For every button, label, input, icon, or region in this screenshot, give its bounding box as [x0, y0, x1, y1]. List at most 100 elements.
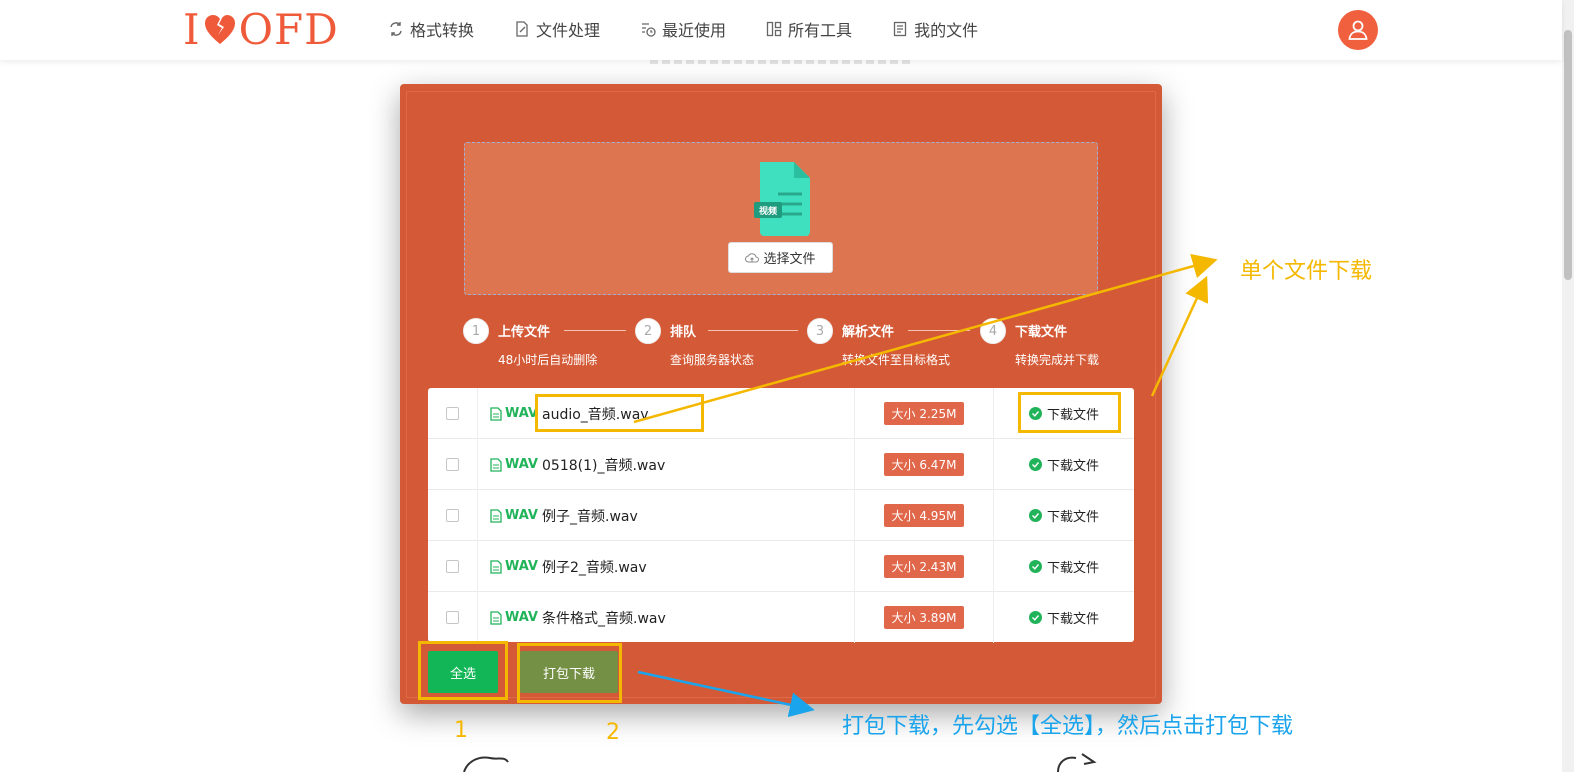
step-connector: [908, 330, 970, 331]
site-logo[interactable]: I OFD: [183, 8, 339, 52]
nav-all-tools[interactable]: 所有工具: [766, 17, 852, 41]
table-row: WAV 例子2_音频.wav 大小 2.43M 下载文件: [428, 541, 1134, 592]
file-icon: [490, 457, 502, 472]
file-size-cell: 大小 3.89M: [855, 592, 994, 643]
scrollbar-thumb[interactable]: [1564, 30, 1572, 280]
decorative-icon-partial: [463, 756, 509, 772]
video-file-icon: 视频: [754, 162, 810, 236]
table-row: WAV 条件格式_音频.wav 大小 3.89M 下载文件: [428, 592, 1134, 643]
file-size-badge: 大小 6.47M: [883, 453, 965, 476]
check-circle-icon: [1028, 560, 1042, 573]
nav-recent[interactable]: 最近使用: [640, 17, 726, 41]
row-checkbox[interactable]: [446, 560, 459, 573]
annotation-step-1: 1: [454, 718, 468, 743]
select-file-label: 选择文件: [763, 252, 816, 267]
file-format: WAV: [490, 508, 538, 523]
check-circle-icon: [1028, 458, 1042, 471]
broken-heart-icon: [204, 15, 235, 44]
nav-label: 文件处理: [536, 21, 601, 40]
highlight-download-button: [1018, 392, 1121, 433]
convert-icon: [390, 22, 402, 36]
file-size-cell: 大小 4.95M: [855, 490, 994, 541]
file-name: 例子_音频.wav: [542, 508, 638, 525]
user-icon: [1348, 20, 1368, 40]
nav-file-process[interactable]: 文件处理: [514, 17, 600, 41]
file-size-cell: 大小 6.47M: [855, 439, 994, 490]
step-connector: [708, 330, 798, 331]
document-icon: [893, 21, 907, 37]
file-format: WAV: [490, 406, 538, 421]
table-row: WAV 0518(1)_音频.wav 大小 6.47M 下载文件: [428, 439, 1134, 490]
download-file-button[interactable]: 下载文件: [994, 490, 1134, 541]
file-format: WAV: [490, 610, 538, 625]
page-scrollbar[interactable]: [1562, 0, 1574, 772]
step-3-title: 解析文件: [842, 325, 895, 340]
file-format-label: WAV: [505, 610, 538, 625]
nav-label: 所有工具: [788, 21, 853, 40]
nav-format-convert[interactable]: 格式转换: [388, 17, 474, 41]
file-size-cell: 大小 2.43M: [855, 541, 994, 592]
top-nav-bar: I OFD 格式转换 文件处理 最近使用 所有工具 我的文件: [0, 0, 1562, 60]
file-name: 0518(1)_音频.wav: [542, 457, 666, 474]
main-nav: 格式转换 文件处理 最近使用 所有工具 我的文件: [388, 0, 978, 58]
row-checkbox-cell[interactable]: [428, 541, 478, 592]
logo-text: OFD: [238, 5, 339, 54]
file-name-cell: WAV 条件格式_音频.wav: [478, 592, 855, 643]
download-label: 下载文件: [1046, 561, 1099, 576]
nav-my-files[interactable]: 我的文件: [892, 17, 978, 41]
file-size-badge: 大小 2.25M: [883, 402, 965, 425]
row-checkbox-cell[interactable]: [428, 592, 478, 643]
file-format: WAV: [490, 457, 538, 472]
grid-icon: [766, 21, 782, 37]
file-format-label: WAV: [505, 457, 538, 472]
nav-label: 最近使用: [662, 21, 727, 40]
step-2-title: 排队: [670, 325, 697, 340]
highlight-file-name: [535, 394, 704, 432]
file-format-label: WAV: [505, 508, 538, 523]
file-name-cell: WAV 0518(1)_音频.wav: [478, 439, 855, 490]
download-file-button[interactable]: 下载文件: [994, 592, 1134, 643]
download-file-button[interactable]: 下载文件: [994, 439, 1134, 490]
annotation-step-2: 2: [606, 720, 620, 745]
highlight-zip-download: [517, 643, 622, 703]
step-2-circle: 2: [635, 318, 661, 344]
step-1-circle: 1: [463, 318, 489, 344]
table-row: WAV 例子_音频.wav 大小 4.95M 下载文件: [428, 490, 1134, 541]
step-3-circle: 3: [807, 318, 833, 344]
download-file-button[interactable]: 下载文件: [994, 541, 1134, 592]
step-connector: [564, 330, 626, 331]
file-name-cell: WAV 例子_音频.wav: [478, 490, 855, 541]
file-format: WAV: [490, 559, 538, 574]
step-3-desc: 转换文件至目标格式: [842, 353, 951, 367]
annotation-single-download: 单个文件下载: [1240, 259, 1373, 284]
file-icon: [490, 559, 502, 574]
step-2-desc: 查询服务器状态: [670, 353, 755, 367]
step-4-desc: 转换完成并下载: [1015, 353, 1100, 367]
file-icon: [490, 508, 502, 523]
row-checkbox-cell[interactable]: [428, 388, 478, 439]
file-icon: [490, 610, 502, 625]
file-size-badge: 大小 2.43M: [883, 555, 965, 578]
user-avatar-button[interactable]: [1338, 10, 1378, 50]
row-checkbox[interactable]: [446, 611, 459, 624]
row-checkbox-cell[interactable]: [428, 490, 478, 541]
file-size-badge: 大小 4.95M: [883, 504, 965, 527]
download-label: 下载文件: [1046, 612, 1099, 627]
history-icon: [642, 23, 656, 37]
file-edit-icon: [516, 21, 528, 37]
file-format-label: WAV: [505, 559, 538, 574]
logo-letter-i: I: [183, 5, 201, 54]
row-checkbox[interactable]: [446, 407, 459, 420]
select-file-button[interactable]: 选择文件: [728, 242, 833, 273]
cloud-upload-icon: [745, 252, 760, 262]
row-checkbox[interactable]: [446, 509, 459, 522]
file-icon: [490, 406, 502, 421]
row-checkbox-cell[interactable]: [428, 439, 478, 490]
download-label: 下载文件: [1046, 459, 1099, 474]
check-circle-icon: [1028, 611, 1042, 624]
check-circle-icon: [1028, 509, 1042, 522]
file-type-badge: 视频: [759, 205, 777, 217]
row-checkbox[interactable]: [446, 458, 459, 471]
file-name-cell: WAV 例子2_音频.wav: [478, 541, 855, 592]
step-4-circle: 4: [980, 318, 1006, 344]
